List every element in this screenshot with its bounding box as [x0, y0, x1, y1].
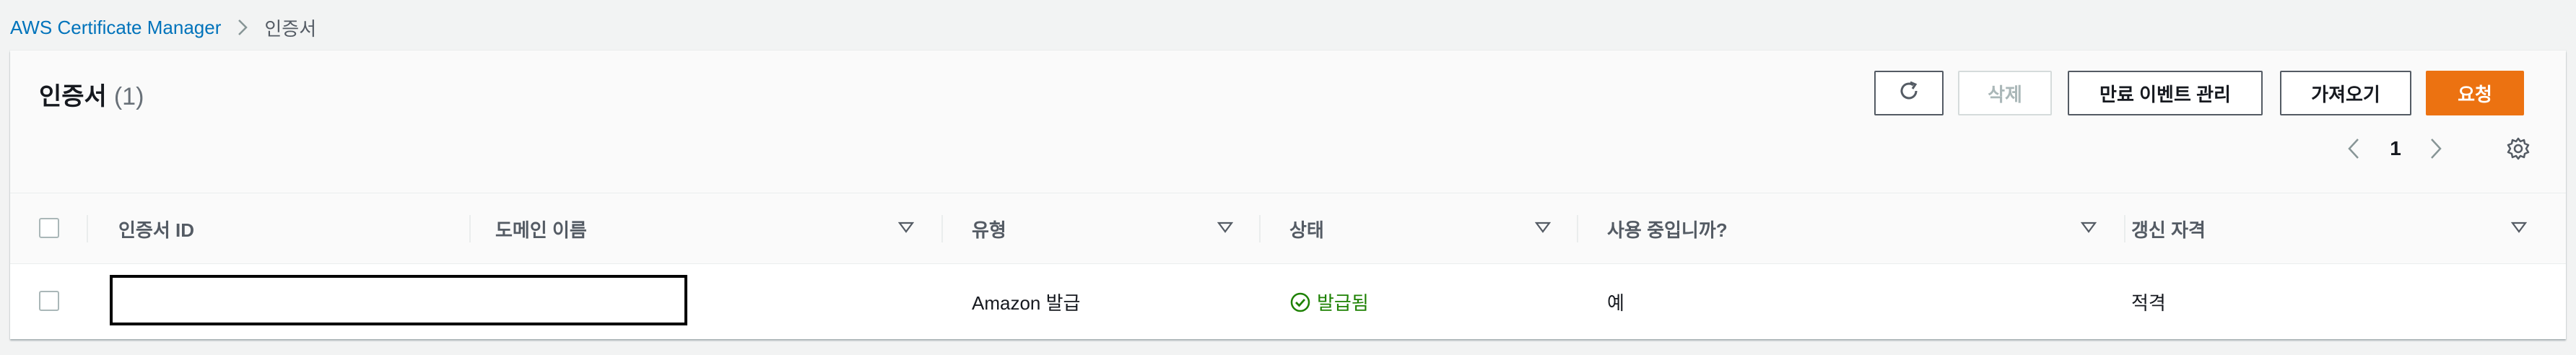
- refresh-button[interactable]: [1874, 71, 1944, 115]
- column-separator: [1259, 215, 1261, 242]
- sort-dropdown-icon[interactable]: [2510, 221, 2528, 237]
- chevron-right-icon: [237, 18, 248, 37]
- column-header-in-use[interactable]: 사용 중입니까?: [1607, 193, 1728, 264]
- panel-title: 인증서: [39, 83, 107, 110]
- status-text: 발급됨: [1317, 292, 1369, 314]
- column-header-type[interactable]: 유형: [972, 193, 1006, 264]
- success-check-icon: [1289, 292, 1311, 313]
- column-separator: [1577, 215, 1578, 242]
- column-header-renewal-eligibility[interactable]: 갱신 자격: [2131, 193, 2206, 264]
- next-page-button[interactable]: [2427, 134, 2445, 163]
- page-title: 인증서 (1): [39, 76, 144, 112]
- current-page-number[interactable]: 1: [2387, 134, 2404, 163]
- table-row[interactable]: Amazon 발급 발급됨 예 적격: [10, 265, 2566, 339]
- column-header-certificate-id[interactable]: 인증서 ID: [118, 193, 194, 264]
- column-separator: [941, 215, 943, 242]
- settings-gear-icon[interactable]: [2504, 134, 2533, 163]
- cell-status: 발급됨: [1289, 265, 1369, 339]
- column-header-status[interactable]: 상태: [1289, 193, 1324, 264]
- request-button[interactable]: 요청: [2426, 71, 2524, 115]
- column-separator: [2124, 215, 2125, 242]
- select-all-checkbox[interactable]: [39, 218, 59, 238]
- breadcrumb-current: 인증서: [264, 17, 317, 40]
- column-separator: [87, 215, 88, 242]
- sort-dropdown-icon[interactable]: [1534, 221, 1552, 237]
- table-header: 인증서 ID 도메인 이름 유형 상태 사용 중입니까? 갱신 자격: [10, 193, 2566, 264]
- column-header-domain-name[interactable]: 도메인 이름: [495, 193, 587, 264]
- breadcrumb: AWS Certificate Manager 인증서: [10, 13, 316, 42]
- cell-type: Amazon 발급: [972, 292, 1081, 314]
- sort-dropdown-icon[interactable]: [897, 221, 915, 237]
- previous-page-button[interactable]: [2345, 134, 2362, 163]
- row-select-checkbox[interactable]: [39, 291, 59, 311]
- import-button[interactable]: 가져오기: [2280, 71, 2411, 115]
- sort-dropdown-icon[interactable]: [2080, 221, 2097, 237]
- cell-renewal-eligibility: 적격: [2131, 292, 2166, 314]
- cell-in-use: 예: [1607, 292, 1624, 314]
- certificates-panel: 인증서 (1) 삭제 만료 이벤트 관리 가져오기 요청 1 인증서 ID 도메…: [10, 51, 2566, 339]
- column-separator: [469, 215, 471, 242]
- panel-header: 인증서 (1) 삭제 만료 이벤트 관리 가져오기 요청 1: [10, 51, 2566, 193]
- manage-expiry-events-button[interactable]: 만료 이벤트 관리: [2068, 71, 2263, 115]
- breadcrumb-root-link[interactable]: AWS Certificate Manager: [10, 17, 221, 39]
- refresh-icon: [1897, 79, 1920, 108]
- certificate-count: (1): [113, 83, 144, 110]
- sort-dropdown-icon[interactable]: [1217, 221, 1234, 237]
- delete-button[interactable]: 삭제: [1958, 71, 2052, 115]
- redacted-certificate-id: [110, 275, 687, 325]
